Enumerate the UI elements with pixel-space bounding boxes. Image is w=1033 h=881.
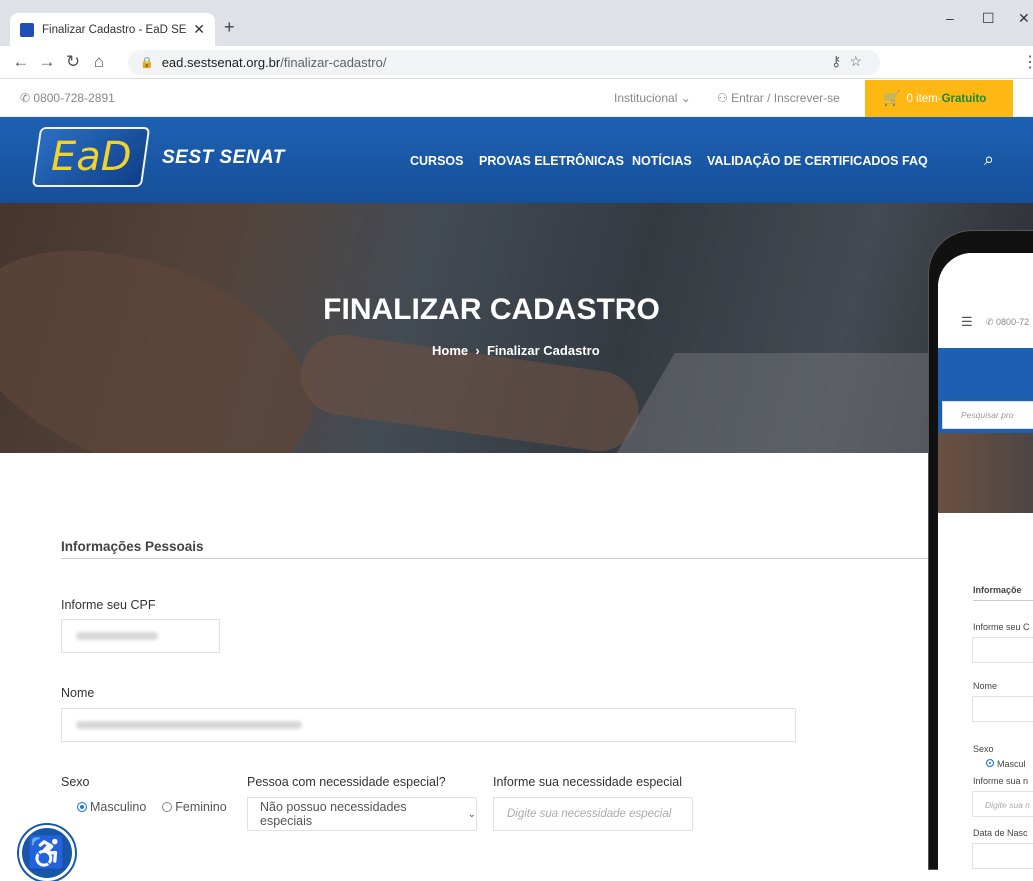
mobile-data-label: Data de Nasc	[973, 828, 1028, 838]
home-icon[interactable]: ⌂	[86, 52, 112, 72]
tab-title: Finalizar Cadastro - EaD SEST SE	[42, 23, 187, 36]
back-icon[interactable]: ←	[8, 52, 34, 72]
login-link[interactable]: ⚇ Entrar / Inscrever-se	[717, 91, 840, 105]
mobile-necessidade-input[interactable]: Digite sua n	[972, 791, 1033, 817]
phone-icon: ✆	[20, 91, 34, 105]
close-window-button[interactable]: ✕	[1018, 10, 1030, 27]
nav-item-provas[interactable]: PROVAS ELETRÔNICAS	[479, 154, 624, 168]
page-title: FINALIZAR CADASTRO	[323, 293, 660, 326]
breadcrumb-home[interactable]: Home	[432, 343, 468, 358]
cpf-label: Informe seu CPF	[61, 598, 156, 612]
mobile-phone: ✆ 0800-72	[986, 317, 1030, 327]
new-tab-button[interactable]: +	[224, 17, 235, 38]
key-icon[interactable]: ⚷	[831, 53, 849, 69]
mobile-mockup: ☰ ✆ 0800-72 Pesquisar pro Informaçõe Inf…	[928, 230, 1033, 873]
mobile-search-input[interactable]: Pesquisar pro	[942, 401, 1033, 429]
institucional-menu[interactable]: Institucional ⌄	[614, 91, 691, 105]
section-divider	[61, 558, 930, 559]
close-tab-icon[interactable]: ✕	[193, 21, 205, 38]
pne-label: Pessoa com necessidade especial?	[247, 775, 446, 789]
mobile-cpf-label: Informe seu C	[973, 622, 1030, 632]
mobile-sexo-label: Sexo	[973, 744, 994, 754]
brand-name: SEST SENAT	[162, 147, 285, 168]
sexo-label: Sexo	[61, 775, 90, 789]
nav-item-faq[interactable]: FAQ	[902, 154, 928, 168]
user-icon: ⚇	[717, 91, 732, 105]
section-title: Informações Pessoais	[61, 539, 204, 554]
page-hero: FINALIZAR CADASTRO Home › Finalizar Cada…	[0, 203, 1033, 453]
breadcrumb: Home › Finalizar Cadastro	[432, 343, 600, 358]
necessidade-label: Informe sua necessidade especial	[493, 775, 683, 789]
cpf-input[interactable]	[61, 619, 220, 653]
mobile-hero	[938, 433, 1033, 513]
nav-item-validacao[interactable]: VALIDAÇÃO DE CERTIFICADOS	[707, 154, 898, 168]
sexo-radio-group: Masculino Feminino	[77, 800, 227, 814]
url-path: /finalizar-cadastro/	[280, 55, 387, 70]
browser-menu-icon[interactable]: ⋮	[1022, 52, 1033, 72]
lock-icon: 🔒	[140, 57, 154, 69]
mobile-data-input[interactable]	[972, 843, 1033, 869]
url-bar[interactable]: 🔒 ead.sestsenat.org.br/finalizar-cadastr…	[128, 50, 880, 75]
maximize-button[interactable]: ☐	[982, 10, 995, 27]
mobile-nome-input[interactable]	[972, 696, 1033, 722]
cart-button[interactable]: 🛒 0 item - Gratuito	[865, 80, 1013, 117]
minimize-button[interactable]: –	[946, 10, 954, 26]
pne-select[interactable]: Não possuo necessidades especiais ⌄	[247, 797, 477, 831]
hamburger-icon[interactable]: ☰	[961, 314, 973, 330]
nav-item-cursos[interactable]: CURSOS	[410, 154, 463, 168]
radio-masculino[interactable]	[77, 802, 87, 812]
bookmark-star-icon[interactable]: ☆	[849, 53, 870, 69]
favicon-icon	[20, 22, 34, 37]
browser-tab-strip: Finalizar Cadastro - EaD SEST SE ✕ + – ☐…	[0, 0, 1033, 46]
forward-icon[interactable]: →	[34, 52, 60, 72]
mobile-cpf-input[interactable]	[972, 637, 1033, 663]
phone-number: ✆ 0800-728-2891	[20, 91, 115, 105]
radio-feminino-label[interactable]: Feminino	[175, 800, 226, 814]
necessidade-input[interactable]: Digite sua necessidade especial	[493, 797, 693, 831]
site-topbar: ✆ 0800-728-2891 Institucional ⌄ ⚇ Entrar…	[0, 80, 1033, 117]
browser-tab[interactable]: Finalizar Cadastro - EaD SEST SE ✕	[10, 13, 215, 46]
mobile-nome-label: Nome	[973, 681, 998, 691]
url-host: ead.sestsenat.org.br	[161, 55, 281, 70]
mobile-section-title: Informaçõe	[973, 585, 1022, 595]
nav-item-noticias[interactable]: NOTÍCIAS	[632, 154, 692, 168]
breadcrumb-current: Finalizar Cadastro	[486, 343, 600, 358]
cart-count: 0 item	[906, 92, 938, 105]
nome-label: Nome	[61, 686, 95, 700]
chevron-down-icon: ⌄	[680, 91, 691, 105]
mobile-screen: ☰ ✆ 0800-72 Pesquisar pro Informaçõe Inf…	[938, 253, 1033, 873]
radio-masculino-label[interactable]: Masculino	[90, 800, 146, 814]
radio-feminino[interactable]	[162, 802, 173, 812]
mobile-necessidade-label: Informe sua n	[973, 776, 1029, 786]
ead-logo[interactable]: EaD	[31, 127, 151, 187]
reload-icon[interactable]: ↻	[60, 52, 86, 72]
cart-icon: 🛒	[883, 90, 901, 106]
chevron-down-icon: ⌄	[467, 808, 476, 820]
address-toolbar: ← → ↻ ⌂ 🔒 ead.sestsenat.org.br/finalizar…	[0, 46, 1033, 79]
form-area: Informações Pessoais Informe seu CPF Nom…	[0, 453, 930, 881]
mobile-radio-masculino[interactable]: Mascul	[986, 759, 1026, 769]
accessibility-icon[interactable]: ♿	[19, 825, 75, 881]
nome-input[interactable]	[61, 708, 796, 742]
cart-free-label: Gratuito	[941, 92, 987, 105]
main-navigation: EaD SEST SENAT CURSOS PROVAS ELETRÔNICAS…	[0, 117, 1033, 203]
search-icon[interactable]: ⌕	[984, 149, 994, 170]
